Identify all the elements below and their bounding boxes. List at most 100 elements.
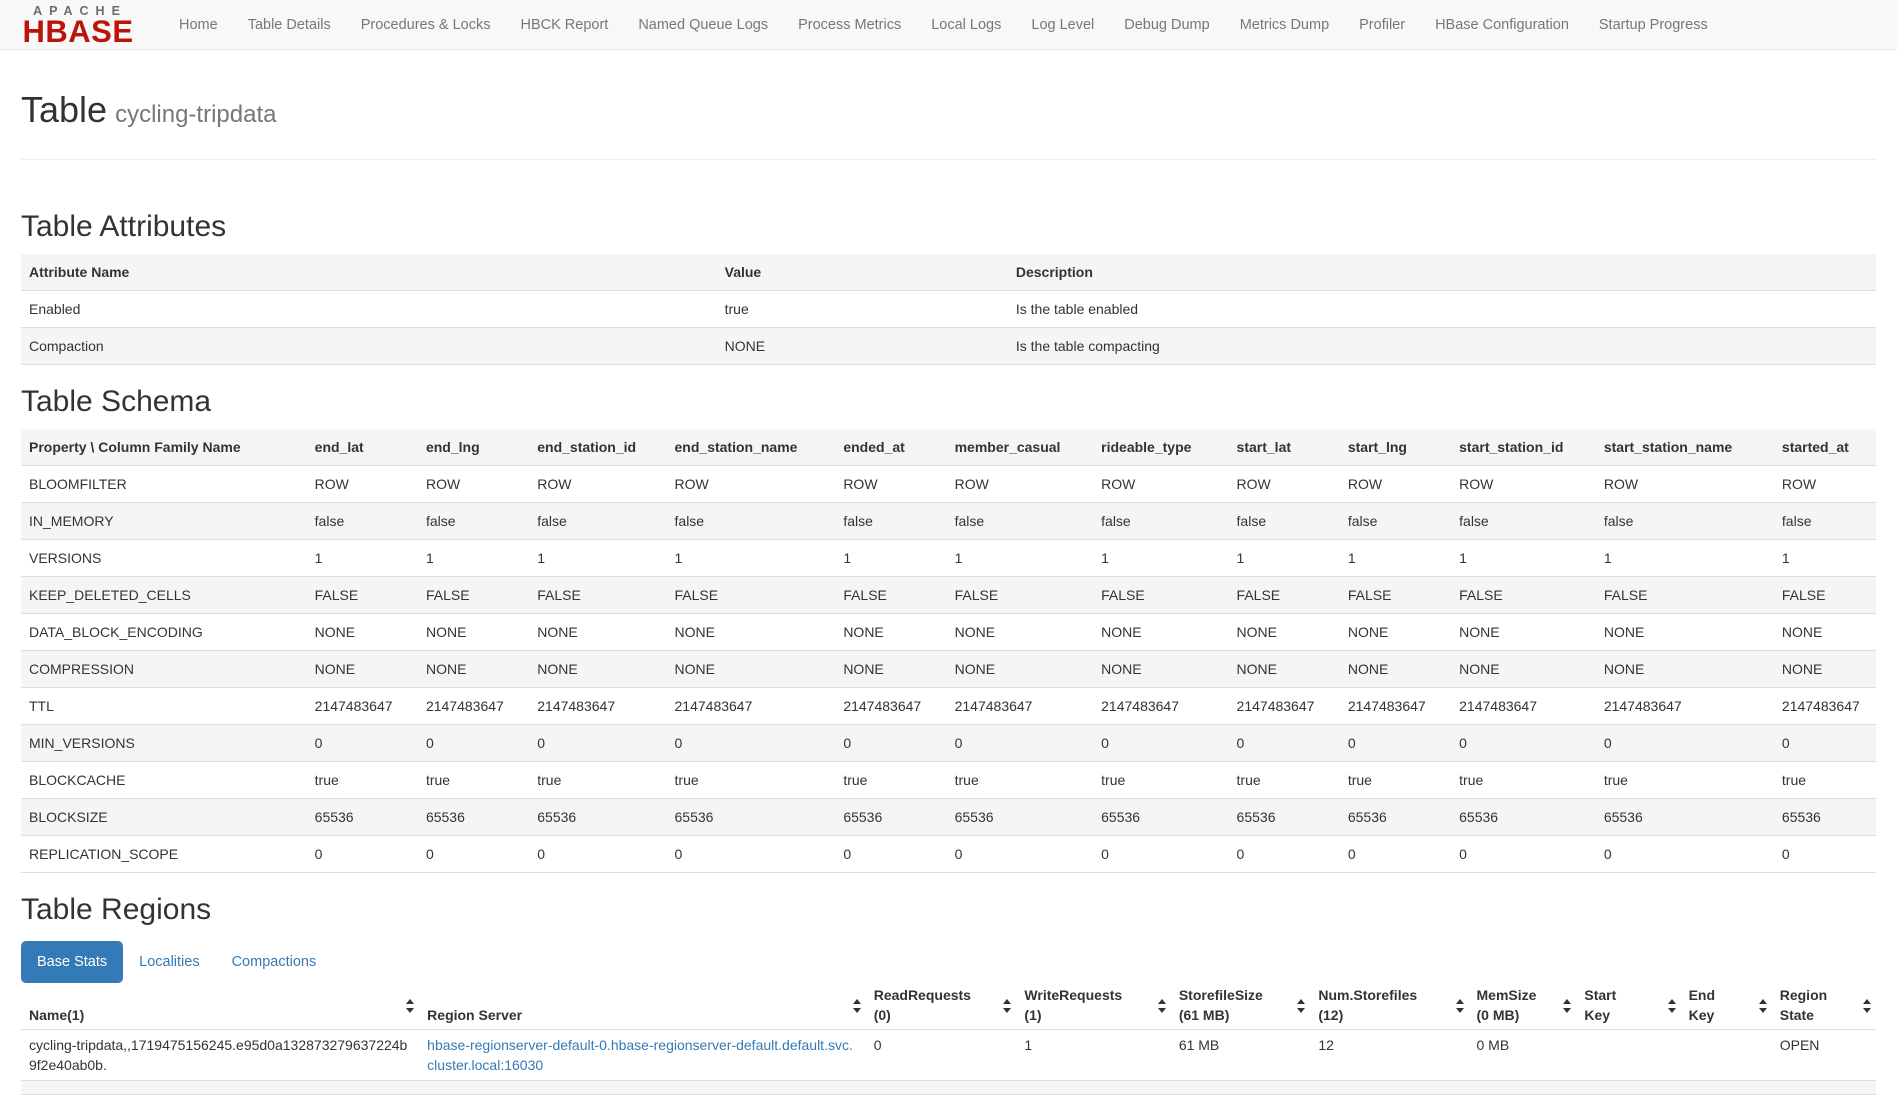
column-header-readrequests-0[interactable]: ReadRequests (0) <box>866 983 1017 1030</box>
region-server-link[interactable]: hbase-regionserver-default-0.hbase-regio… <box>427 1037 853 1073</box>
nav-link-home[interactable]: Home <box>164 0 233 50</box>
schema-property-value: 65536 <box>1451 799 1596 836</box>
nav-link-local-logs[interactable]: Local Logs <box>916 0 1016 50</box>
sort-icon[interactable] <box>1158 998 1167 1014</box>
schema-property-value: NONE <box>1093 614 1228 651</box>
sort-icon[interactable] <box>1668 998 1677 1014</box>
schema-property-value: NONE <box>667 651 836 688</box>
column-header-region-state[interactable]: Region State <box>1772 983 1876 1030</box>
schema-property-value: 1 <box>529 540 666 577</box>
nav-link-profiler[interactable]: Profiler <box>1344 0 1420 50</box>
schema-property-value: 65536 <box>1596 799 1774 836</box>
sort-icon[interactable] <box>406 998 415 1014</box>
column-header-writerequests-1[interactable]: WriteRequests (1) <box>1016 983 1170 1030</box>
regions-tabs: Base StatsLocalitiesCompactions <box>21 941 1876 983</box>
sort-icon[interactable] <box>1297 998 1306 1014</box>
column-header-storefilesize-61-mb[interactable]: StorefileSize (61 MB) <box>1171 983 1311 1030</box>
schema-property-value: NONE <box>529 651 666 688</box>
schema-property-value: 65536 <box>1229 799 1340 836</box>
schema-property-value: NONE <box>1451 614 1596 651</box>
schema-property-value: false <box>1451 503 1596 540</box>
nav-link-table-details[interactable]: Table Details <box>233 0 346 50</box>
schema-property-value: 65536 <box>1774 799 1876 836</box>
schema-property-value: 65536 <box>947 799 1094 836</box>
schema-property-value: true <box>835 762 946 799</box>
table-regions: Name(1)Region ServerReadRequests (0)Writ… <box>21 983 1876 1095</box>
nav-link-metrics-dump[interactable]: Metrics Dump <box>1225 0 1344 50</box>
schema-property-value: 2147483647 <box>1596 688 1774 725</box>
schema-property-value: 0 <box>1229 836 1340 873</box>
schema-property-value: false <box>1596 503 1774 540</box>
schema-property-value: 0 <box>667 725 836 762</box>
schema-property-value: 1 <box>1340 540 1451 577</box>
table-row: VERSIONS111111111111 <box>21 540 1876 577</box>
column-header-memsize-0-mb[interactable]: MemSize (0 MB) <box>1469 983 1577 1030</box>
table-schema: Property \ Column Family Nameend_latend_… <box>21 429 1876 873</box>
nav-item-hbck-report: HBCK Report <box>505 0 623 50</box>
tab-link-base-stats[interactable]: Base Stats <box>21 941 123 983</box>
schema-property-value: 2147483647 <box>529 688 666 725</box>
column-header-region-server[interactable]: Region Server <box>419 983 866 1030</box>
page-content: Tablecycling-tripdata Table Attributes A… <box>0 90 1897 1095</box>
column-header-num-storefiles-12[interactable]: Num.Storefiles (12) <box>1310 983 1468 1030</box>
schema-property-value: true <box>418 762 529 799</box>
schema-property-value: FALSE <box>1596 577 1774 614</box>
column-family-header-end-lat: end_lat <box>307 429 418 466</box>
nav-link-procedures-locks[interactable]: Procedures & Locks <box>346 0 506 50</box>
tab-base-stats: Base Stats <box>21 941 123 983</box>
sort-icon[interactable] <box>853 998 862 1014</box>
schema-property-value: 65536 <box>418 799 529 836</box>
schema-property-value: 2147483647 <box>947 688 1094 725</box>
nav-link-hbck-report[interactable]: HBCK Report <box>505 0 623 50</box>
schema-property-value: 1 <box>835 540 946 577</box>
tab-link-localities[interactable]: Localities <box>123 941 215 983</box>
schema-property-value: NONE <box>529 614 666 651</box>
attribute-description: Is the table enabled <box>1008 291 1876 328</box>
region-row: cycling-tripdata,,1719475156245.e95d0a13… <box>21 1030 1876 1081</box>
column-header-start-key[interactable]: Start Key <box>1576 983 1680 1030</box>
nav-item-log-level: Log Level <box>1016 0 1109 50</box>
table-row: COMPRESSIONNONENONENONENONENONENONENONEN… <box>21 651 1876 688</box>
sort-icon[interactable] <box>1003 998 1012 1014</box>
nav-link-named-queue-logs[interactable]: Named Queue Logs <box>623 0 783 50</box>
tab-link-compactions[interactable]: Compactions <box>216 941 333 983</box>
column-header-description: Description <box>1008 254 1876 291</box>
sort-icon[interactable] <box>1456 998 1465 1014</box>
region-state: OPEN <box>1772 1030 1876 1081</box>
hbase-logo[interactable]: APACHE HBASE <box>12 5 144 44</box>
nav-item-profiler: Profiler <box>1344 0 1420 50</box>
schema-property-value: false <box>1340 503 1451 540</box>
nav-link-log-level[interactable]: Log Level <box>1016 0 1109 50</box>
schema-property-value: 2147483647 <box>418 688 529 725</box>
schema-property-value: true <box>667 762 836 799</box>
schema-property-value: false <box>1774 503 1876 540</box>
tab-localities: Localities <box>123 941 215 983</box>
schema-property-value: NONE <box>418 651 529 688</box>
schema-property-value: 0 <box>947 725 1094 762</box>
table-row: BLOCKSIZE6553665536655366553665536655366… <box>21 799 1876 836</box>
column-header-name-1[interactable]: Name(1) <box>21 983 419 1030</box>
column-family-header-start-lat: start_lat <box>1229 429 1340 466</box>
schema-property-name: BLOCKSIZE <box>21 799 307 836</box>
nav-link-hbase-configuration[interactable]: HBase Configuration <box>1420 0 1584 50</box>
schema-property-value: NONE <box>1093 651 1228 688</box>
sort-icon[interactable] <box>1563 998 1572 1014</box>
column-header-end-key[interactable]: End Key <box>1681 983 1772 1030</box>
nav-link-debug-dump[interactable]: Debug Dump <box>1109 0 1224 50</box>
schema-property-value: ROW <box>529 466 666 503</box>
schema-property-value: 1 <box>1229 540 1340 577</box>
schema-property-value: true <box>307 762 418 799</box>
nav-link-process-metrics[interactable]: Process Metrics <box>783 0 916 50</box>
nav-item-process-metrics: Process Metrics <box>783 0 916 50</box>
sort-icon[interactable] <box>1759 998 1768 1014</box>
schema-property-value: true <box>1340 762 1451 799</box>
schema-property-value: 65536 <box>1093 799 1228 836</box>
nav-link-startup-progress[interactable]: Startup Progress <box>1584 0 1723 50</box>
schema-property-value: false <box>835 503 946 540</box>
section-heading-table-schema: Table Schema <box>21 385 1876 419</box>
schema-property-value: NONE <box>1340 614 1451 651</box>
schema-property-value: 2147483647 <box>1774 688 1876 725</box>
sort-icon[interactable] <box>1863 998 1872 1014</box>
section-heading-table-regions: Table Regions <box>21 893 1876 927</box>
schema-property-value: ROW <box>1596 466 1774 503</box>
